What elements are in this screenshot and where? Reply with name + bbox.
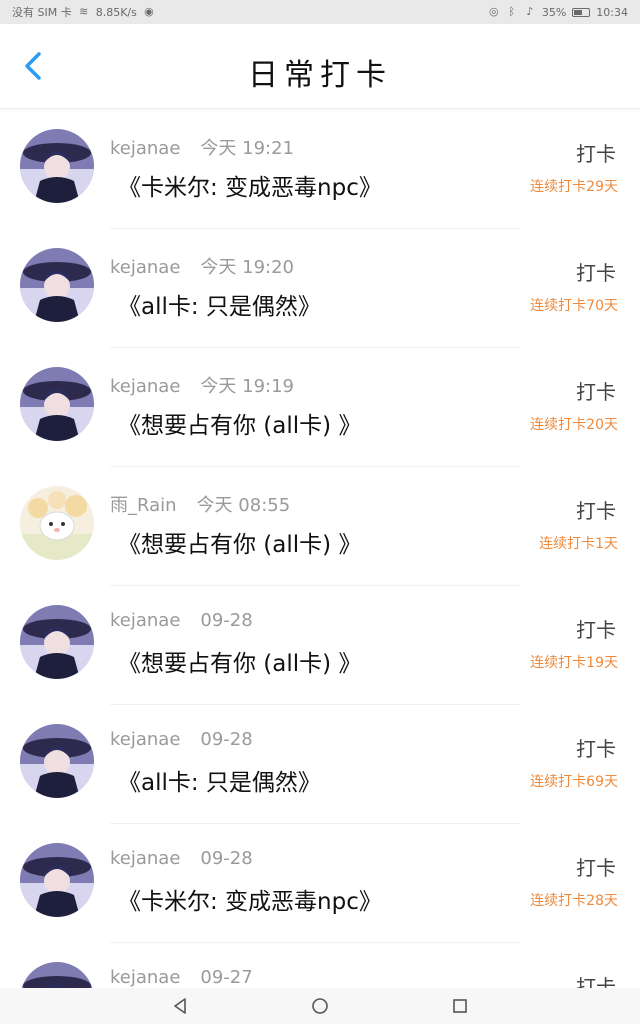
- timestamp: 今天 08:55: [196, 495, 291, 516]
- item-meta: kejanae 09-27: [110, 967, 253, 988]
- username[interactable]: kejanae: [110, 848, 180, 869]
- avatar[interactable]: [20, 724, 94, 798]
- book-title[interactable]: 《卡米尔: 变成恶毒npc》: [118, 882, 382, 916]
- item-meta: kejanae 今天 19:20: [110, 253, 294, 279]
- checkin-button[interactable]: 打卡: [576, 971, 616, 988]
- list-item: kejanae 09-27 打卡: [0, 943, 640, 988]
- clock: 10:34: [596, 5, 628, 19]
- status-left: 没有 SIM 卡 ≋ 8.85K/s ◉: [12, 4, 155, 20]
- item-meta: 雨_Rain 今天 08:55: [110, 491, 290, 517]
- timestamp: 09-27: [200, 967, 253, 988]
- item-meta: kejanae 09-28: [110, 729, 253, 750]
- streak-label: 连续打卡28天: [530, 893, 618, 909]
- header: 日常打卡: [0, 24, 640, 109]
- avatar[interactable]: [20, 486, 94, 560]
- book-title[interactable]: 《卡米尔: 变成恶毒npc》: [118, 168, 382, 202]
- username[interactable]: kejanae: [110, 138, 180, 159]
- checkin-button[interactable]: 打卡: [576, 495, 616, 524]
- avatar[interactable]: [20, 605, 94, 679]
- item-meta: kejanae 今天 19:21: [110, 134, 294, 160]
- username[interactable]: kejanae: [110, 376, 180, 397]
- checkin-button[interactable]: 打卡: [576, 138, 616, 167]
- username[interactable]: 雨_Rain: [110, 495, 177, 516]
- list-item: kejanae 09-28 《all卡: 只是偶然》 打卡 连续打卡69天: [0, 705, 640, 824]
- timestamp: 09-28: [200, 610, 253, 631]
- network-speed: 8.85K/s: [95, 5, 137, 19]
- avatar[interactable]: [20, 129, 94, 203]
- bluetooth-icon: ᛒ: [508, 5, 516, 18]
- streak-label: 连续打卡29天: [530, 179, 618, 195]
- battery-icon: [572, 7, 591, 17]
- checkin-button[interactable]: 打卡: [576, 257, 616, 286]
- book-title[interactable]: 《想要占有你 (all卡) 》: [118, 406, 361, 440]
- timestamp: 今天 19:19: [200, 376, 295, 397]
- timestamp: 今天 19:20: [200, 257, 295, 278]
- recent-square-icon[interactable]: [450, 996, 470, 1016]
- checkin-button[interactable]: 打卡: [576, 376, 616, 405]
- home-circle-icon[interactable]: [310, 996, 330, 1016]
- book-title[interactable]: 《想要占有你 (all卡) 》: [118, 644, 361, 678]
- username[interactable]: kejanae: [110, 967, 180, 988]
- item-meta: kejanae 09-28: [110, 610, 253, 631]
- timestamp: 09-28: [200, 848, 253, 869]
- list-item: kejanae 今天 19:19 《想要占有你 (all卡) 》 打卡 连续打卡2…: [0, 348, 640, 467]
- list-item: kejanae 今天 19:21 《卡米尔: 变成恶毒npc》 打卡 连续打卡29…: [0, 110, 640, 229]
- username[interactable]: kejanae: [110, 610, 180, 631]
- book-title[interactable]: 《all卡: 只是偶然》: [118, 763, 321, 797]
- system-nav-bar: [0, 988, 640, 1024]
- streak-label: 连续打卡70天: [530, 298, 618, 314]
- list-item: kejanae 09-28 《想要占有你 (all卡) 》 打卡 连续打卡19天: [0, 586, 640, 705]
- avatar[interactable]: [20, 367, 94, 441]
- book-title[interactable]: 《想要占有你 (all卡) 》: [118, 525, 361, 559]
- list-item: 雨_Rain 今天 08:55 《想要占有你 (all卡) 》 打卡 连续打卡1天: [0, 467, 640, 586]
- item-meta: kejanae 09-28: [110, 848, 253, 869]
- battery-percent: 35%: [541, 5, 567, 19]
- avatar[interactable]: [20, 962, 94, 988]
- checkin-button[interactable]: 打卡: [576, 852, 616, 881]
- streak-label: 连续打卡20天: [530, 417, 618, 433]
- carrier-text: 没有 SIM 卡: [12, 6, 72, 19]
- streak-label: 连续打卡19天: [530, 655, 618, 671]
- avatar[interactable]: [20, 248, 94, 322]
- status-right: ◎ ᛒ ♪ 35% 10:34: [488, 6, 628, 19]
- checkin-button[interactable]: 打卡: [576, 614, 616, 643]
- streak-label: 连续打卡1天: [539, 536, 618, 552]
- timestamp: 今天 19:21: [200, 138, 295, 159]
- checkin-list: kejanae 今天 19:21 《卡米尔: 变成恶毒npc》 打卡 连续打卡29…: [0, 110, 640, 988]
- streak-label: 连续打卡69天: [530, 774, 618, 790]
- mute-icon: ♪: [526, 5, 534, 18]
- checkin-button[interactable]: 打卡: [576, 733, 616, 762]
- avatar[interactable]: [20, 843, 94, 917]
- timestamp: 09-28: [200, 729, 253, 750]
- chat-notification-icon: ◉: [144, 5, 154, 18]
- list-item: kejanae 今天 19:20 《all卡: 只是偶然》 打卡 连续打卡70天: [0, 229, 640, 348]
- username[interactable]: kejanae: [110, 729, 180, 750]
- book-title[interactable]: 《all卡: 只是偶然》: [118, 287, 321, 321]
- wifi-icon: ≋: [79, 5, 89, 18]
- page-title: 日常打卡: [248, 58, 392, 93]
- eye-icon: ◎: [489, 5, 499, 18]
- username[interactable]: kejanae: [110, 257, 180, 278]
- item-meta: kejanae 今天 19:19: [110, 372, 294, 398]
- status-bar: 没有 SIM 卡 ≋ 8.85K/s ◉ ◎ ᛒ ♪ 35% 10:34: [0, 0, 640, 24]
- back-triangle-icon[interactable]: [170, 996, 190, 1016]
- list-item: kejanae 09-28 《卡米尔: 变成恶毒npc》 打卡 连续打卡28天: [0, 824, 640, 943]
